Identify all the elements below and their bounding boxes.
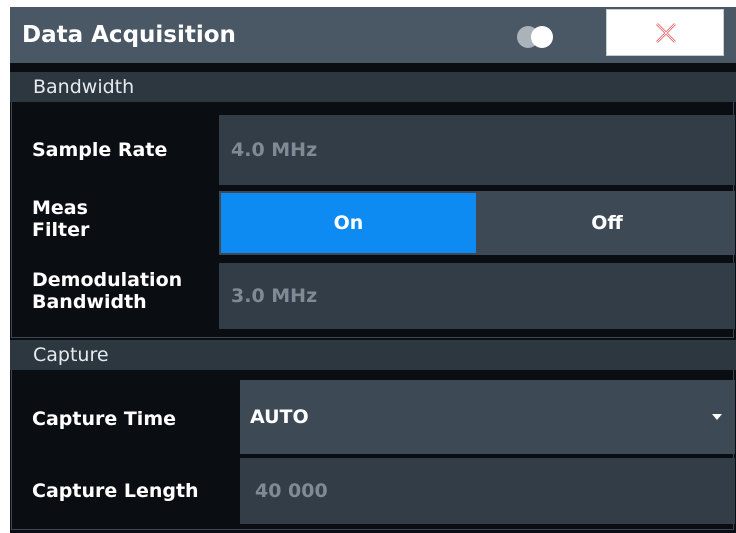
close-button[interactable] — [606, 9, 724, 56]
triangle-down-icon — [712, 414, 722, 420]
sample-rate-value: 4.0 MHz — [231, 139, 318, 161]
title-bar: Data Acquisition — [10, 7, 736, 63]
meas-filter-label-line1: Meas — [32, 197, 88, 219]
bandwidth-section-header: Bandwidth — [10, 72, 736, 102]
demodulation-bandwidth-label-line1: Demodulation — [32, 269, 183, 291]
demodulation-bandwidth-value: 3.0 MHz — [231, 285, 318, 307]
demodulation-bandwidth-label-line2: Bandwidth — [32, 291, 147, 313]
capture-length-value: 40 000 — [255, 480, 328, 502]
close-x-icon — [656, 23, 676, 43]
toggle-circles-icon[interactable] — [516, 25, 556, 49]
capture-section-header: Capture — [10, 340, 736, 370]
capture-length-label: Capture Length — [32, 480, 199, 502]
meas-filter-switch: On Off — [219, 191, 735, 255]
sample-rate-label: Sample Rate — [32, 139, 168, 161]
meas-filter-label-line2: Filter — [32, 219, 90, 241]
sample-rate-field: 4.0 MHz — [219, 115, 735, 185]
meas-filter-label: Meas Filter — [32, 197, 89, 241]
meas-filter-off-button[interactable]: Off — [481, 193, 733, 253]
demodulation-bandwidth-label: Demodulation Bandwidth — [32, 269, 182, 313]
dialog-title: Data Acquisition — [22, 22, 236, 48]
capture-length-field: 40 000 — [240, 458, 735, 524]
capture-time-dropdown[interactable]: AUTO — [240, 380, 735, 454]
capture-time-value: AUTO — [250, 406, 309, 428]
demodulation-bandwidth-field: 3.0 MHz — [219, 263, 735, 329]
data-acquisition-dialog: Data Acquisition Bandwidth Sample Rate 4… — [10, 7, 736, 533]
capture-time-label: Capture Time — [32, 408, 177, 430]
meas-filter-on-button[interactable]: On — [221, 193, 476, 253]
